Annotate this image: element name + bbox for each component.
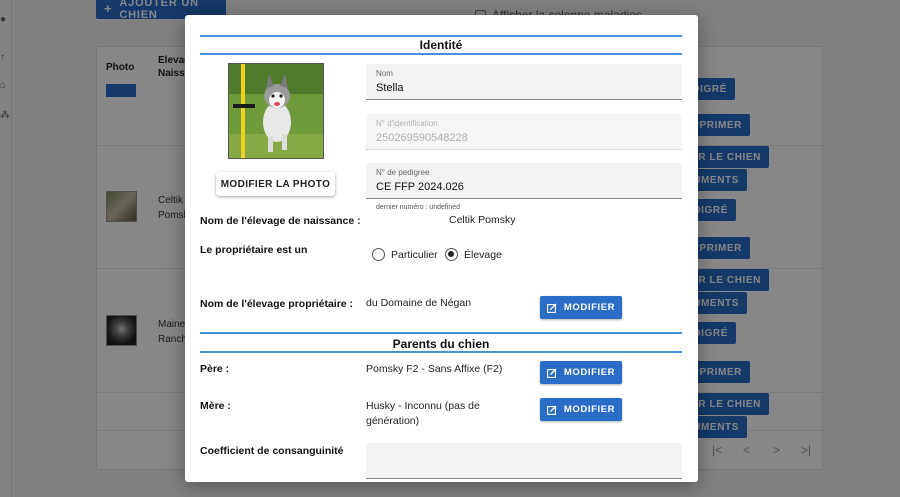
mother-value-line2: génération) — [366, 415, 420, 427]
identification-field: N° d'identification 250269590548228 — [366, 114, 682, 150]
pedigree-field-value[interactable]: CE FFP 2024.026 — [376, 181, 464, 193]
edit-icon — [546, 405, 557, 415]
identification-field-value: 250269590548228 — [376, 132, 468, 144]
mother-value-line1: Husky - Inconnu (pas de — [366, 400, 480, 412]
radio-circle-selected[interactable] — [445, 248, 458, 261]
edit-photo-button[interactable]: MODIFIER LA PHOTO — [216, 172, 335, 196]
mother-value: Husky - Inconnu (pas de génération) — [366, 399, 480, 429]
father-label: Père : — [200, 363, 230, 375]
pedigree-field[interactable]: N° de pedigree CE FFP 2024.026 — [366, 163, 682, 199]
radio-particulier-label: Particulier — [391, 248, 438, 261]
parents-section-title: Parents du chien — [392, 337, 490, 351]
coef-input[interactable] — [366, 443, 682, 479]
modify-father-button[interactable]: MODIFIER — [540, 361, 622, 384]
modify-mother-button[interactable]: MODIFIER — [540, 398, 622, 421]
dog-edit-dialog: Identité MODIFIER LA PHOTO Nom Stella N°… — [185, 15, 698, 482]
section-divider — [200, 351, 682, 353]
edit-icon — [546, 368, 557, 378]
section-divider — [200, 35, 682, 37]
name-field-value[interactable]: Stella — [376, 82, 404, 94]
modify-label: MODIFIER — [563, 367, 616, 378]
identity-section-title: Identité — [419, 38, 463, 52]
owner-kennel-value: du Domaine de Négan — [366, 297, 472, 309]
birth-kennel-label: Nom de l'élevage de naissance : — [200, 215, 361, 227]
name-field-label: Nom — [376, 69, 393, 78]
owner-kennel-label: Nom de l'élevage propriétaire : — [200, 298, 354, 310]
radio-circle[interactable] — [372, 248, 385, 261]
husky-photo-image — [229, 64, 323, 158]
radio-particulier[interactable]: Particulier — [372, 248, 438, 261]
mother-label: Mère : — [200, 400, 231, 412]
modify-label: MODIFIER — [563, 404, 616, 415]
dog-photo — [228, 63, 324, 159]
father-value: Pomsky F2 - Sans Affixe (F2) — [366, 363, 503, 375]
modify-owner-kennel-button[interactable]: MODIFIER — [540, 296, 622, 319]
radio-elevage-label: Élevage — [464, 248, 502, 261]
coef-label: Coefficient de consanguinité — [200, 445, 344, 457]
radio-elevage[interactable]: Élevage — [445, 248, 502, 261]
name-field[interactable]: Nom Stella — [366, 64, 682, 100]
modify-label: MODIFIER — [563, 302, 616, 313]
owner-type-label: Le propriétaire est un — [200, 244, 308, 256]
identification-field-label: N° d'identification — [376, 119, 438, 128]
section-divider — [200, 53, 682, 55]
edit-icon — [546, 303, 557, 313]
birth-kennel-value: Celtik Pomsky — [449, 214, 516, 226]
section-divider — [200, 332, 682, 334]
pedigree-field-label: N° de pedigree — [376, 168, 430, 177]
pedigree-helper-text: dernier numéro : undefined — [376, 204, 461, 211]
